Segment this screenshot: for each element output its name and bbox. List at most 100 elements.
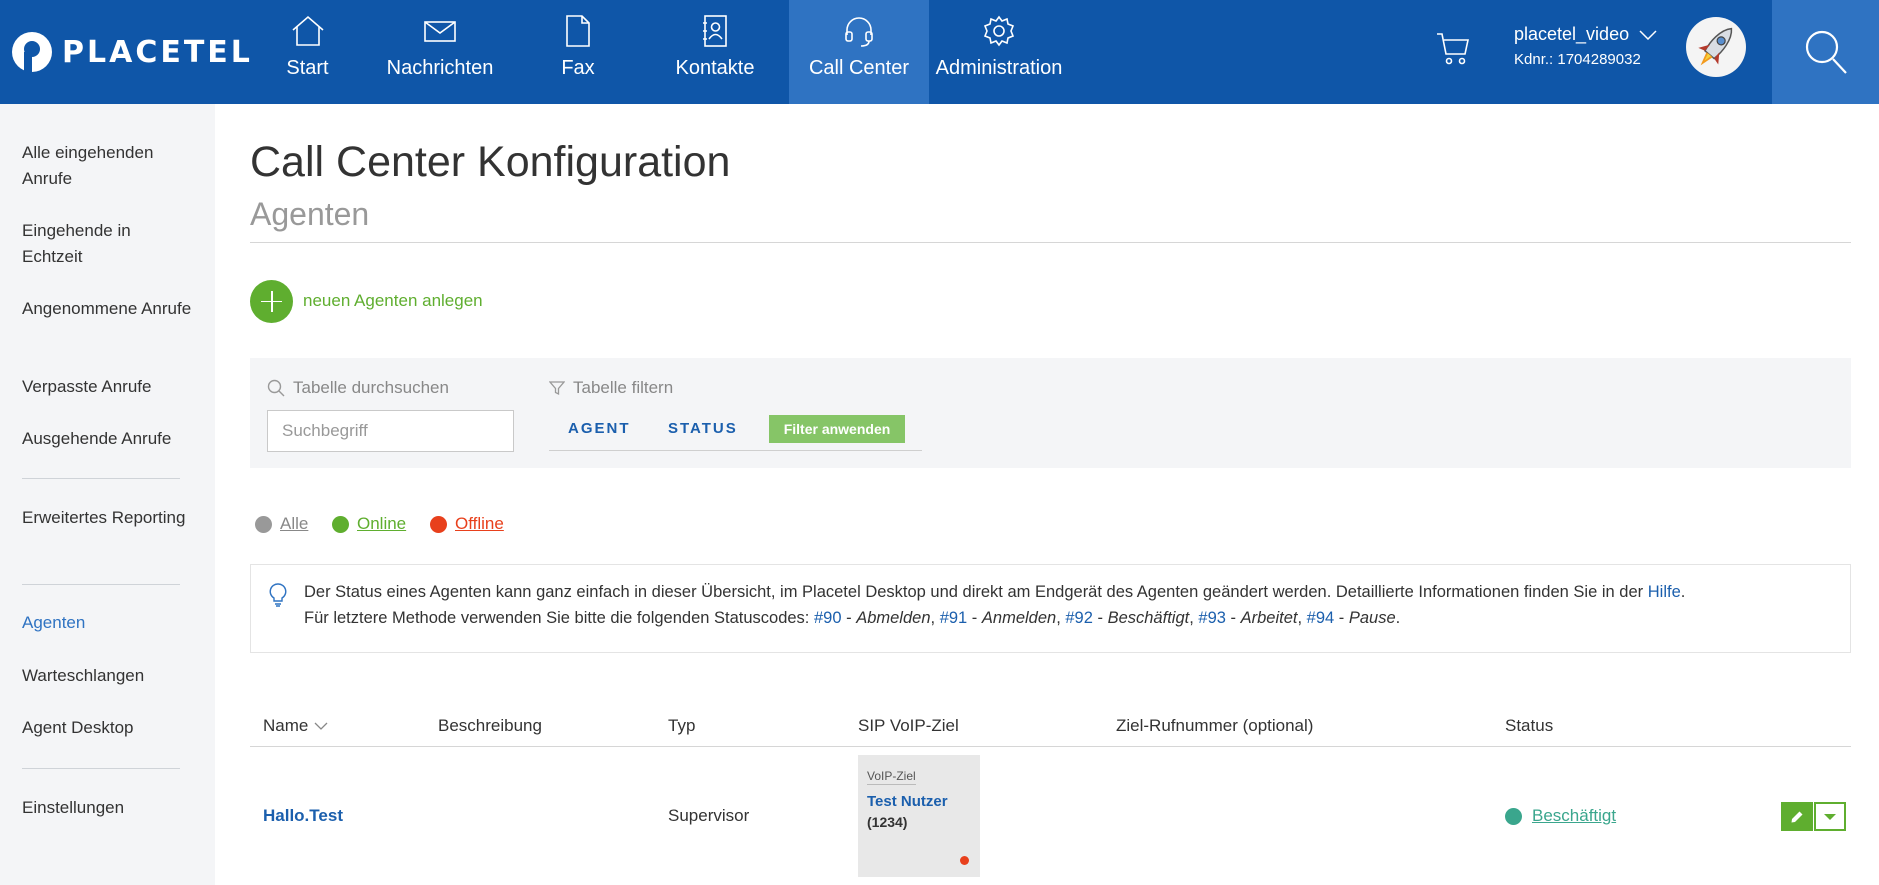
status-code-meaning: Arbeitet: [1240, 609, 1298, 627]
rocket-icon: [1698, 27, 1733, 66]
column-header-ziel-rufnummer: Ziel-Rufnummer (optional): [1116, 716, 1314, 735]
status-dot: [332, 515, 349, 533]
sidebar-item-warteschlangen[interactable]: Warteschlangen: [22, 663, 192, 689]
table-filter-label: Tabelle filtern: [549, 378, 673, 398]
info-text: Für letztere Methode verwenden Sie bitte…: [304, 609, 810, 627]
nav-label: Administration: [935, 57, 1063, 79]
nav-label: Nachrichten: [386, 57, 494, 79]
filter-divider: [549, 450, 922, 451]
status-filter-label: Alle: [280, 514, 309, 533]
contacts-icon: [698, 14, 732, 48]
status-code: #91: [939, 609, 968, 627]
top-navigation-bar: PLACETEL Start Nachrichten Fax Kontakte: [0, 0, 1879, 104]
sidebar-divider: [22, 768, 180, 769]
column-header-label: Name: [263, 716, 309, 735]
nav-label: Call Center: [808, 57, 910, 79]
sort-chevron-icon: [314, 722, 328, 730]
status-filter-label: Offline: [455, 514, 504, 533]
status-filter-online[interactable]: Online: [332, 514, 406, 534]
add-agent-button[interactable]: neuen Agenten anlegen: [250, 279, 483, 323]
page-title: Call Center Konfiguration: [250, 138, 731, 186]
status-code-meaning: Pause: [1348, 609, 1396, 627]
placetel-logo[interactable]: PLACETEL: [12, 30, 253, 74]
lightbulb-icon: [269, 583, 287, 612]
status-info-box: Der Status eines Agenten kann ganz einfa…: [250, 564, 1851, 653]
home-icon: [291, 14, 325, 48]
status-code-meaning: Abmelden: [856, 609, 931, 627]
status-code: #90: [814, 609, 842, 627]
envelope-icon: [423, 14, 457, 48]
headset-icon: [842, 14, 876, 48]
add-agent-label: neuen Agenten anlegen: [303, 291, 483, 310]
column-header-beschreibung: Beschreibung: [438, 716, 542, 735]
sidebar-item-reporting[interactable]: Erweitertes Reporting: [22, 505, 192, 531]
nav-call-center[interactable]: Call Center: [789, 0, 929, 104]
sidebar-item-verpasste[interactable]: Verpasste Anrufe: [22, 374, 192, 400]
nav-start[interactable]: Start: [250, 0, 365, 104]
sidebar: Alle eingehenden Anrufe Eingehende in Ec…: [0, 104, 215, 885]
gear-icon: [982, 14, 1016, 48]
main-nav: Start Nachrichten Fax Kontakte Call Cent…: [250, 0, 1069, 104]
filter-panel: Tabelle durchsuchen Tabelle filtern AGEN…: [250, 358, 1851, 468]
info-line-2: Für letztere Methode verwenden Sie bitte…: [304, 609, 1401, 627]
column-header-name[interactable]: Name: [263, 716, 328, 736]
filter-tab-agent[interactable]: AGENT: [568, 420, 631, 437]
nav-administration[interactable]: Administration: [929, 0, 1069, 104]
info-text: Der Status eines Agenten kann ganz einfa…: [304, 583, 1644, 601]
sidebar-item-echtzeit[interactable]: Eingehende in Echtzeit: [22, 218, 192, 270]
status-code: #94: [1306, 609, 1335, 627]
nav-nachrichten[interactable]: Nachrichten: [365, 0, 515, 104]
status-code: #92: [1065, 609, 1093, 627]
voip-target-kind: VoIP-Ziel: [867, 769, 916, 785]
nav-kontakte[interactable]: Kontakte: [641, 0, 789, 104]
account-username-text: placetel_video: [1514, 24, 1630, 44]
search-icon: [1805, 30, 1847, 74]
column-header-typ: Typ: [668, 716, 696, 735]
cart-icon[interactable]: [1435, 28, 1471, 68]
offline-indicator: [960, 856, 969, 865]
apply-filter-button[interactable]: Filter anwenden: [769, 415, 905, 443]
status-dot: [255, 515, 272, 533]
global-search-button[interactable]: [1772, 0, 1879, 104]
edit-agent-button[interactable]: [1781, 802, 1813, 831]
page-subtitle: Agenten: [250, 196, 370, 232]
avatar[interactable]: [1686, 17, 1746, 77]
agent-status-link[interactable]: Beschäftigt: [1505, 806, 1616, 826]
sidebar-item-agent-desktop[interactable]: Agent Desktop: [22, 715, 192, 741]
column-header-sip-ziel: SIP VoIP-Ziel: [858, 716, 959, 735]
status-dot: [1505, 807, 1522, 825]
table-search-label-text: Tabelle durchsuchen: [293, 378, 449, 397]
table-filter-label-text: Tabelle filtern: [573, 378, 674, 397]
status-filter-offline[interactable]: Offline: [430, 514, 504, 534]
help-link[interactable]: Hilfe: [1648, 583, 1681, 601]
sidebar-item-agenten[interactable]: Agenten: [22, 610, 192, 636]
sidebar-item-angenommene[interactable]: Angenommene Anrufe: [22, 296, 192, 322]
caret-down-icon: [1824, 813, 1836, 820]
nav-label: Fax: [561, 57, 595, 79]
title-divider: [250, 242, 1851, 243]
sidebar-item-ausgehende[interactable]: Ausgehende Anrufe: [22, 426, 192, 452]
agent-type: Supervisor: [668, 806, 750, 825]
status-filter-alle[interactable]: Alle: [255, 514, 308, 534]
filter-icon: [549, 381, 565, 396]
search-icon: [267, 379, 285, 397]
info-line-1: Der Status eines Agenten kann ganz einfa…: [304, 583, 1686, 601]
sidebar-item-alle-eingehenden[interactable]: Alle eingehenden Anrufe: [22, 140, 192, 192]
column-header-status: Status: [1505, 716, 1554, 735]
status-filter-label: Online: [357, 514, 407, 533]
agent-name-link[interactable]: Hallo.Test: [263, 806, 343, 826]
nav-fax[interactable]: Fax: [515, 0, 641, 104]
sidebar-item-einstellungen[interactable]: Einstellungen: [22, 795, 192, 821]
account-menu[interactable]: placetel_video Kdnr.: 1704289032: [1514, 24, 1657, 68]
filter-tab-status[interactable]: STATUS: [668, 420, 738, 437]
voip-target-user[interactable]: Test Nutzer: [867, 793, 948, 810]
plus-icon: [250, 279, 293, 323]
agent-status-label: Beschäftigt: [1532, 806, 1617, 825]
voip-target-card[interactable]: VoIP-Ziel Test Nutzer (1234): [858, 755, 980, 877]
logo-text: PLACETEL: [62, 34, 253, 70]
nav-label: Start: [286, 57, 329, 79]
agent-actions-dropdown[interactable]: [1814, 802, 1846, 831]
table-search-input[interactable]: [267, 410, 514, 452]
logo-mark: [12, 32, 52, 72]
pencil-icon: [1791, 811, 1803, 822]
